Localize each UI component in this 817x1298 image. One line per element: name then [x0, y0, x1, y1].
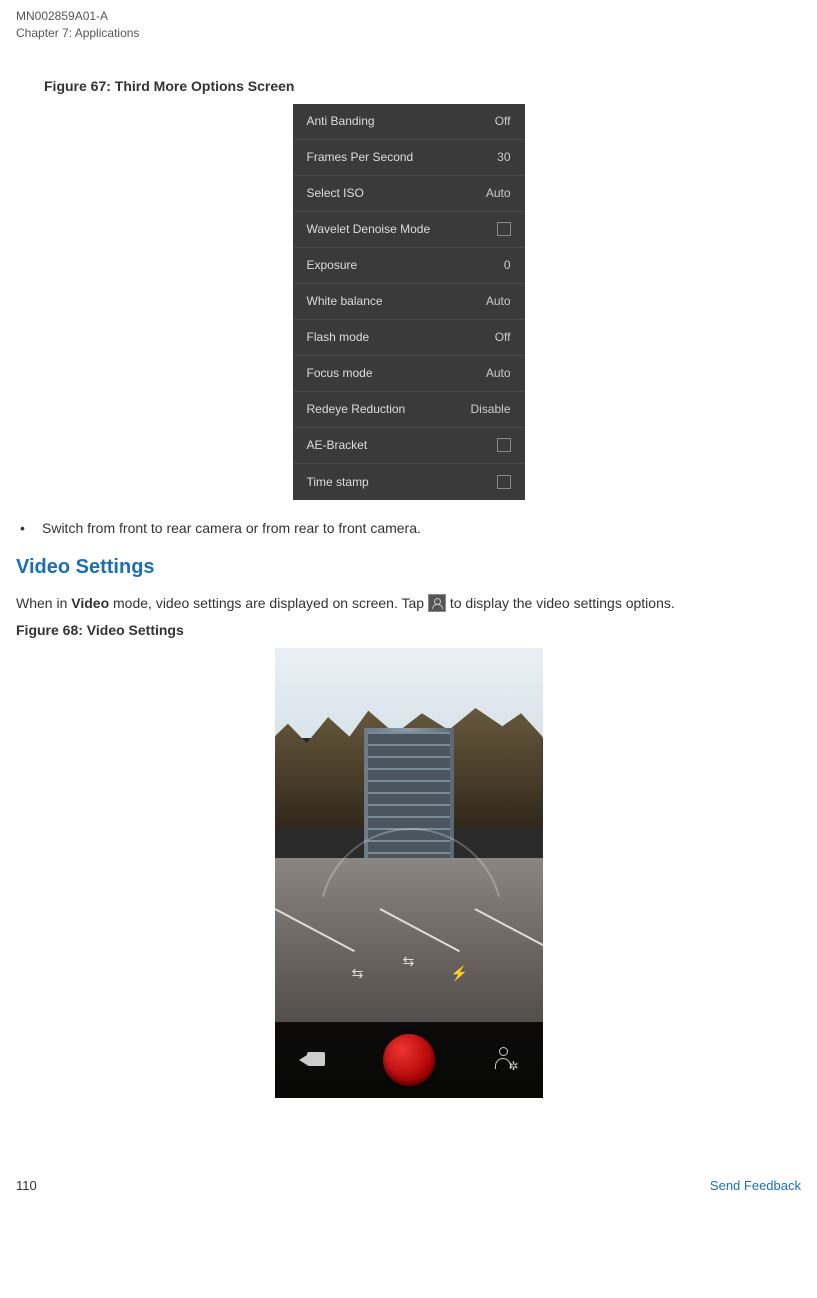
option-row-exposure[interactable]: Exposure 0	[293, 248, 525, 284]
doc-id: MN002859A01-A	[16, 8, 801, 25]
video-settings-screenshot: ⇆ ⇆ ⚡ ✲	[275, 648, 543, 1098]
option-label: Select ISO	[307, 186, 486, 200]
figure-68-caption: Figure 68: Video Settings	[16, 622, 801, 638]
option-row-iso[interactable]: Select ISO Auto	[293, 176, 525, 212]
option-value: Off	[495, 114, 511, 128]
option-label: Frames Per Second	[307, 150, 498, 164]
text-pre: When in	[16, 595, 71, 611]
option-row-white-balance[interactable]: White balance Auto	[293, 284, 525, 320]
option-row-anti-banding[interactable]: Anti Banding Off	[293, 104, 525, 140]
option-value: Auto	[486, 294, 511, 308]
option-row-ae-bracket[interactable]: AE-Bracket	[293, 428, 525, 464]
option-row-timestamp[interactable]: Time stamp	[293, 464, 525, 500]
option-row-flash[interactable]: Flash mode Off	[293, 320, 525, 356]
video-settings-button-icon[interactable]: ✲	[493, 1047, 519, 1073]
arc-option-icon[interactable]: ⇆	[400, 952, 418, 970]
option-label: Time stamp	[307, 475, 497, 489]
option-label: Focus mode	[307, 366, 486, 380]
option-value: 30	[497, 150, 510, 164]
text-mid: mode, video settings are displayed on sc…	[109, 595, 428, 611]
send-feedback-link[interactable]: Send Feedback	[710, 1178, 801, 1193]
option-row-focus[interactable]: Focus mode Auto	[293, 356, 525, 392]
text-post: to display the video settings options.	[446, 595, 675, 611]
section-heading-video-settings: Video Settings	[16, 556, 801, 579]
option-label: Exposure	[307, 258, 504, 272]
flash-icon[interactable]: ⚡	[451, 964, 469, 982]
bullet-text: Switch from front to rear camera or from…	[42, 520, 421, 536]
quick-tools-arc: ⇆ ⇆ ⚡	[319, 942, 499, 1012]
option-label: Redeye Reduction	[307, 402, 471, 416]
checkbox-icon[interactable]	[497, 222, 511, 236]
bullet-switch-camera: •Switch from front to rear camera or fro…	[16, 520, 801, 536]
checkbox-icon[interactable]	[497, 475, 511, 489]
camera-bottom-bar: ✲	[275, 1022, 543, 1098]
video-settings-icon	[428, 594, 446, 612]
chapter-label: Chapter 7: Applications	[16, 25, 801, 42]
video-settings-paragraph: When in Video mode, video settings are d…	[16, 593, 801, 614]
option-value: Auto	[486, 366, 511, 380]
video-mode-icon[interactable]	[299, 1050, 325, 1070]
arc-option-icon[interactable]: ⇆	[349, 964, 367, 982]
option-value: 0	[504, 258, 511, 272]
option-label: Wavelet Denoise Mode	[307, 222, 497, 236]
option-label: Anti Banding	[307, 114, 495, 128]
record-button[interactable]	[383, 1034, 435, 1086]
option-row-redeye[interactable]: Redeye Reduction Disable	[293, 392, 525, 428]
option-value: Off	[495, 330, 511, 344]
text-bold-video: Video	[71, 595, 109, 611]
checkbox-icon[interactable]	[497, 438, 511, 452]
option-row-wavelet[interactable]: Wavelet Denoise Mode	[293, 212, 525, 248]
option-label: White balance	[307, 294, 486, 308]
page-number: 110	[16, 1178, 37, 1193]
options-screenshot: Anti Banding Off Frames Per Second 30 Se…	[293, 104, 525, 500]
option-label: AE-Bracket	[307, 438, 497, 452]
option-value: Auto	[486, 186, 511, 200]
option-value: Disable	[470, 402, 510, 416]
option-label: Flash mode	[307, 330, 495, 344]
figure-67-caption: Figure 67: Third More Options Screen	[44, 78, 801, 94]
option-row-fps[interactable]: Frames Per Second 30	[293, 140, 525, 176]
